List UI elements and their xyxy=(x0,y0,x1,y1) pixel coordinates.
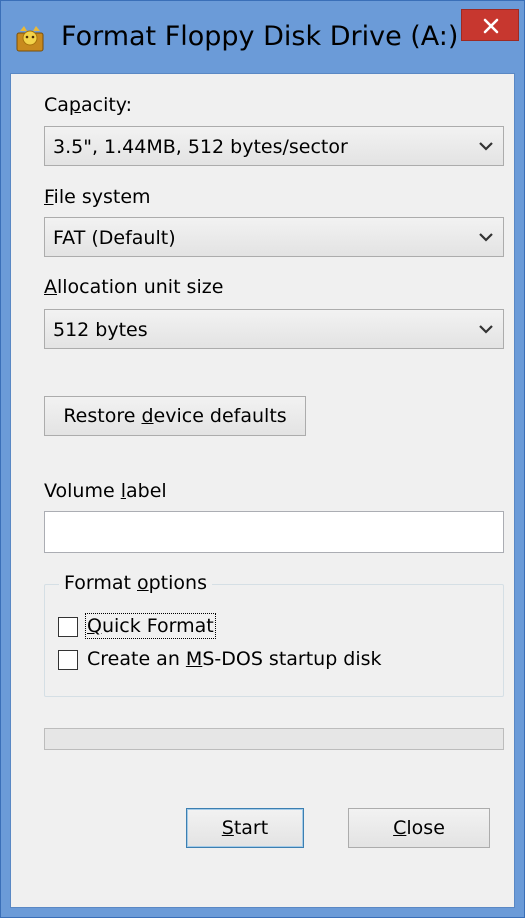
allocation-unit-value: 512 bytes xyxy=(53,319,148,341)
volume-label-label: Volume label xyxy=(44,480,167,502)
format-progress-bar xyxy=(44,728,504,750)
format-options-group xyxy=(44,584,504,697)
close-icon xyxy=(483,18,499,34)
format-options-legend: Format options xyxy=(59,572,212,594)
capacity-label: Capacity: xyxy=(44,94,133,116)
allocation-unit-label: Allocation unit size xyxy=(44,276,224,298)
allocation-unit-select[interactable]: 512 bytes xyxy=(44,309,504,349)
capacity-value: 3.5", 1.44MB, 512 bytes/sector xyxy=(53,136,348,158)
close-button[interactable]: Close xyxy=(348,808,490,848)
quick-format-label[interactable]: Quick Format xyxy=(85,613,216,639)
format-dialog-window: Format Floppy Disk Drive (A:) Capacity: … xyxy=(0,0,525,918)
chevron-down-icon xyxy=(479,142,493,151)
app-icon xyxy=(16,26,44,52)
chevron-down-icon xyxy=(479,325,493,334)
quick-format-checkbox[interactable] xyxy=(58,617,78,637)
start-button[interactable]: Start xyxy=(186,808,304,848)
volume-label-input[interactable] xyxy=(44,511,504,553)
window-title: Format Floppy Disk Drive (A:) xyxy=(61,21,459,52)
close-window-button[interactable] xyxy=(461,9,519,41)
msdos-startup-checkbox[interactable] xyxy=(58,650,78,670)
chevron-down-icon xyxy=(479,233,493,242)
file-system-label: File system xyxy=(44,186,151,208)
msdos-startup-label[interactable]: Create an MS-DOS startup disk xyxy=(87,648,382,670)
title-bar[interactable]: Format Floppy Disk Drive (A:) xyxy=(1,1,524,73)
dialog-body: Capacity: 3.5", 1.44MB, 512 bytes/sector… xyxy=(10,73,515,908)
file-system-value: FAT (Default) xyxy=(53,227,176,249)
capacity-select[interactable]: 3.5", 1.44MB, 512 bytes/sector xyxy=(44,126,504,166)
restore-device-defaults-button[interactable]: Restore device defaults xyxy=(44,396,306,436)
file-system-select[interactable]: FAT (Default) xyxy=(44,217,504,257)
